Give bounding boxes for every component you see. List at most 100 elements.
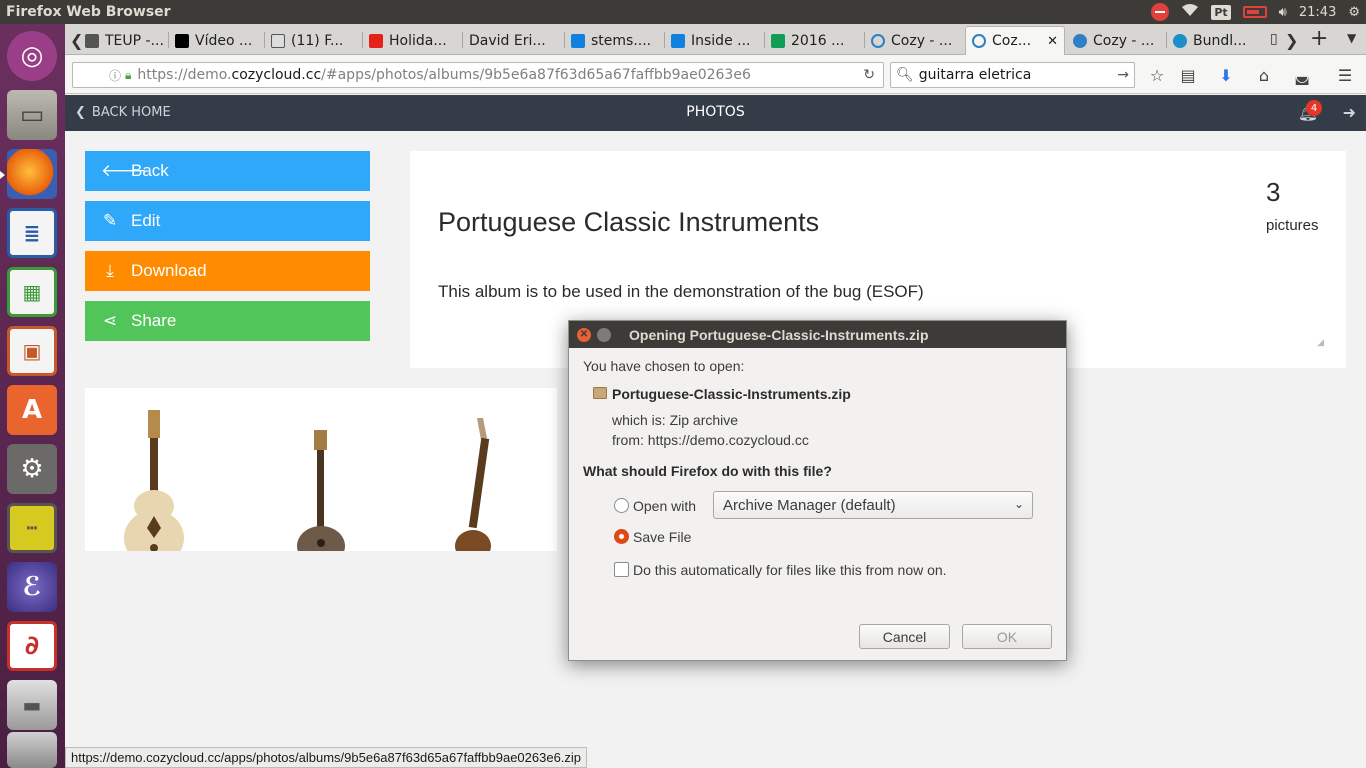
tab-active[interactable]: Coz... ✕ xyxy=(965,26,1065,55)
cozy-app-bar: ❮BACK HOME PHOTOS 🔔︎ 4 ➜ xyxy=(65,95,1366,131)
url-bar[interactable]: ⓘ 🔒︎ https://demo. cozycloud.cc/#apps/pho… xyxy=(72,62,884,88)
tab[interactable]: Holida... xyxy=(363,26,461,55)
auto-checkbox-label[interactable]: Do this automatically for files like thi… xyxy=(633,562,947,578)
tab[interactable]: Bundl... xyxy=(1167,26,1263,55)
chevron-down-icon: ⌄ xyxy=(1013,497,1024,511)
tab-list-chevron-down-icon[interactable]: ▼ xyxy=(1347,31,1356,45)
tab[interactable]: stems.... xyxy=(565,26,663,55)
thumbnail-3 xyxy=(455,418,491,551)
tab[interactable]: Cozy - ... xyxy=(865,26,963,55)
trash-icon[interactable] xyxy=(7,732,57,768)
cozy-favicon-icon xyxy=(871,33,885,48)
tab-label: 2016 ... xyxy=(791,32,845,49)
cancel-button[interactable]: Cancel xyxy=(859,624,950,649)
tab[interactable]: Inside ... xyxy=(665,26,763,55)
tab-label: Cozy - ... xyxy=(1093,32,1155,49)
files-icon[interactable]: ▭ xyxy=(7,90,57,140)
tab-favicon-icon xyxy=(1173,33,1187,48)
photo-thumbnails xyxy=(85,388,557,551)
system-top-bar: Firefox Web Browser Pt 🔊︎ 21:43 ⚙ xyxy=(0,0,1366,24)
dialog-filename: Portuguese-Classic-Instruments.zip xyxy=(612,386,851,402)
back-button-label: Back xyxy=(131,161,169,180)
software-center-icon[interactable]: A xyxy=(7,385,57,435)
downloads-icon[interactable]: ⬇ xyxy=(1215,65,1237,85)
search-input[interactable]: guitarra eletrica xyxy=(919,67,1032,83)
edit-button[interactable]: ✎ Edit xyxy=(85,201,370,241)
ruler-icon[interactable]: ┅ xyxy=(7,503,57,553)
url-prefix: https://demo. xyxy=(137,67,232,83)
ok-button[interactable]: OK xyxy=(962,624,1052,649)
reload-icon[interactable]: ↻ xyxy=(863,67,875,83)
tab-close-icon[interactable]: ✕ xyxy=(1047,34,1058,49)
impress-icon[interactable]: ▣ xyxy=(7,326,57,376)
tab[interactable]: (11) F... xyxy=(265,26,361,55)
do-not-disturb-icon[interactable] xyxy=(1151,3,1170,21)
lock-icon[interactable]: 🔒︎ xyxy=(125,68,131,83)
zip-file-icon xyxy=(593,387,607,399)
resize-handle-icon[interactable]: ◢ xyxy=(1317,338,1324,348)
tab-favicon-icon xyxy=(175,33,189,48)
info-icon[interactable]: ⓘ xyxy=(109,67,121,84)
album-description[interactable]: This album is to be used in the demonstr… xyxy=(438,282,924,302)
save-file-radio[interactable] xyxy=(614,529,629,544)
battery-icon[interactable] xyxy=(1242,6,1267,18)
url-host: cozycloud.cc xyxy=(231,67,322,83)
album-title[interactable]: Portuguese Classic Instruments xyxy=(438,207,819,238)
wifi-icon[interactable] xyxy=(1181,3,1199,21)
download-dialog: ✕ Opening Portuguese-Classic-Instruments… xyxy=(568,320,1067,661)
cozy-favicon-icon xyxy=(1073,33,1087,48)
volume-icon[interactable]: 🔊︎ xyxy=(1279,5,1287,20)
arrow-left-icon: 🡐 xyxy=(101,161,147,180)
download-button[interactable]: ⤓ Download xyxy=(85,251,370,291)
drive-icon[interactable]: ▬ xyxy=(7,680,57,730)
picture-count-label: pictures xyxy=(1266,217,1319,234)
keyboard-layout-indicator[interactable]: Pt xyxy=(1211,4,1231,20)
notification-count-badge[interactable]: 4 xyxy=(1306,100,1322,116)
close-icon[interactable]: ✕ xyxy=(577,327,591,342)
tab-overflow-icon[interactable]: ▯ xyxy=(1270,31,1278,47)
search-go-icon[interactable]: → xyxy=(1117,67,1129,83)
dialog-title-bar: ✕ Opening Portuguese-Classic-Instruments… xyxy=(569,321,1066,348)
tab-label: Holida... xyxy=(389,32,447,49)
settings-gear-icon[interactable]: ⚙ xyxy=(1348,5,1360,20)
from-value: https://demo.cozycloud.cc xyxy=(647,432,809,448)
dialog-title: Opening Portuguese-Classic-Instruments.z… xyxy=(629,326,929,343)
tab[interactable]: Vídeo ... xyxy=(169,26,263,55)
tab[interactable]: David Eri... xyxy=(463,26,563,55)
calc-icon[interactable]: ▦ xyxy=(7,267,57,317)
firefox-icon[interactable] xyxy=(7,149,57,199)
system-settings-icon[interactable]: ⚙ xyxy=(7,444,57,494)
open-with-radio[interactable] xyxy=(614,498,629,513)
youtube-favicon-icon xyxy=(369,33,383,48)
ubuntu-dash-icon[interactable]: ◎ xyxy=(7,31,57,81)
auto-checkbox[interactable] xyxy=(614,562,629,577)
writer-icon[interactable]: ≣ xyxy=(7,208,57,258)
open-with-app-value: Archive Manager (default) xyxy=(723,496,896,514)
search-bar[interactable]: 🔍︎ guitarra eletrica → xyxy=(890,62,1135,88)
clock[interactable]: 21:43 xyxy=(1299,5,1336,20)
pocket-icon[interactable]: ◛ xyxy=(1291,65,1313,85)
app-title: PHOTOS xyxy=(686,104,745,120)
logout-icon[interactable]: ➜ xyxy=(1343,103,1356,122)
tab[interactable]: Cozy - ... xyxy=(1067,26,1165,55)
thumbnail-1 xyxy=(124,410,184,551)
window-title: Firefox Web Browser xyxy=(6,4,171,20)
share-button[interactable]: ⋖ Share xyxy=(85,301,370,341)
tab-scroll-right-icon[interactable]: ❯ xyxy=(1285,31,1298,50)
reading-list-icon[interactable]: ▤ xyxy=(1177,65,1199,85)
home-icon[interactable]: ⌂ xyxy=(1253,65,1275,85)
new-tab-button[interactable]: + xyxy=(1310,26,1328,51)
pdf-reader-icon[interactable]: ∂ xyxy=(7,621,57,671)
back-button[interactable]: 🡐 Back xyxy=(85,151,370,191)
tab-label: David Eri... xyxy=(469,32,546,49)
instrument-photos[interactable] xyxy=(85,388,557,551)
save-file-label[interactable]: Save File xyxy=(633,529,691,545)
open-with-app-select[interactable]: Archive Manager (default) ⌄ xyxy=(713,491,1033,519)
bookmark-star-icon[interactable]: ☆ xyxy=(1146,65,1168,85)
emacs-icon[interactable]: ℰ xyxy=(7,562,57,612)
tab[interactable]: TEUP -... xyxy=(79,26,167,55)
tab[interactable]: 2016 ... xyxy=(765,26,863,55)
open-with-label[interactable]: Open with xyxy=(633,498,696,514)
menu-hamburger-icon[interactable]: ☰ xyxy=(1334,65,1356,85)
minimize-icon[interactable] xyxy=(597,327,611,342)
